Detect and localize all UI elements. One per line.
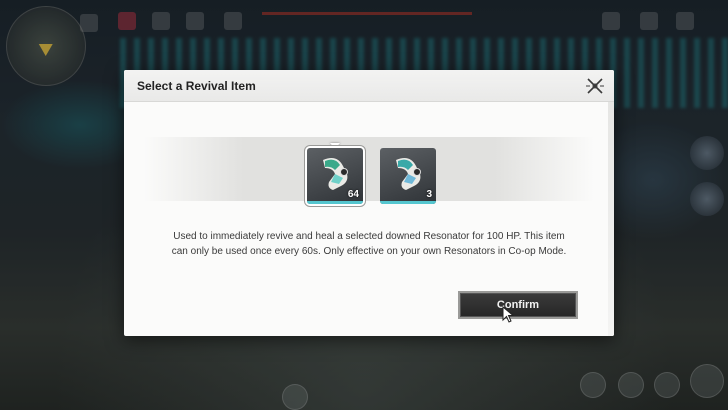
confirm-button[interactable]: Confirm (458, 291, 578, 319)
revival-item-slot[interactable]: 64 (307, 148, 363, 204)
item-strip (144, 137, 594, 201)
revival-capsule-icon (396, 158, 421, 190)
item-slot-accent (380, 201, 436, 204)
item-slot-accent (307, 201, 363, 204)
dialog-title: Select a Revival Item (137, 79, 256, 93)
item-description: Used to immediately revive and heal a se… (171, 231, 567, 257)
revival-item-slot[interactable]: 3 (380, 148, 436, 204)
close-button[interactable] (584, 75, 606, 97)
item-count: 3 (426, 189, 432, 200)
item-count: 64 (347, 189, 359, 200)
close-x-icon (586, 78, 604, 94)
mouse-cursor-icon (502, 306, 515, 323)
dialog-header: Select a Revival Item (124, 70, 614, 102)
dialog-edge-decoration (608, 102, 614, 336)
revival-item-dialog: Select a Revival Item 64 3 Used to immed… (124, 70, 614, 336)
